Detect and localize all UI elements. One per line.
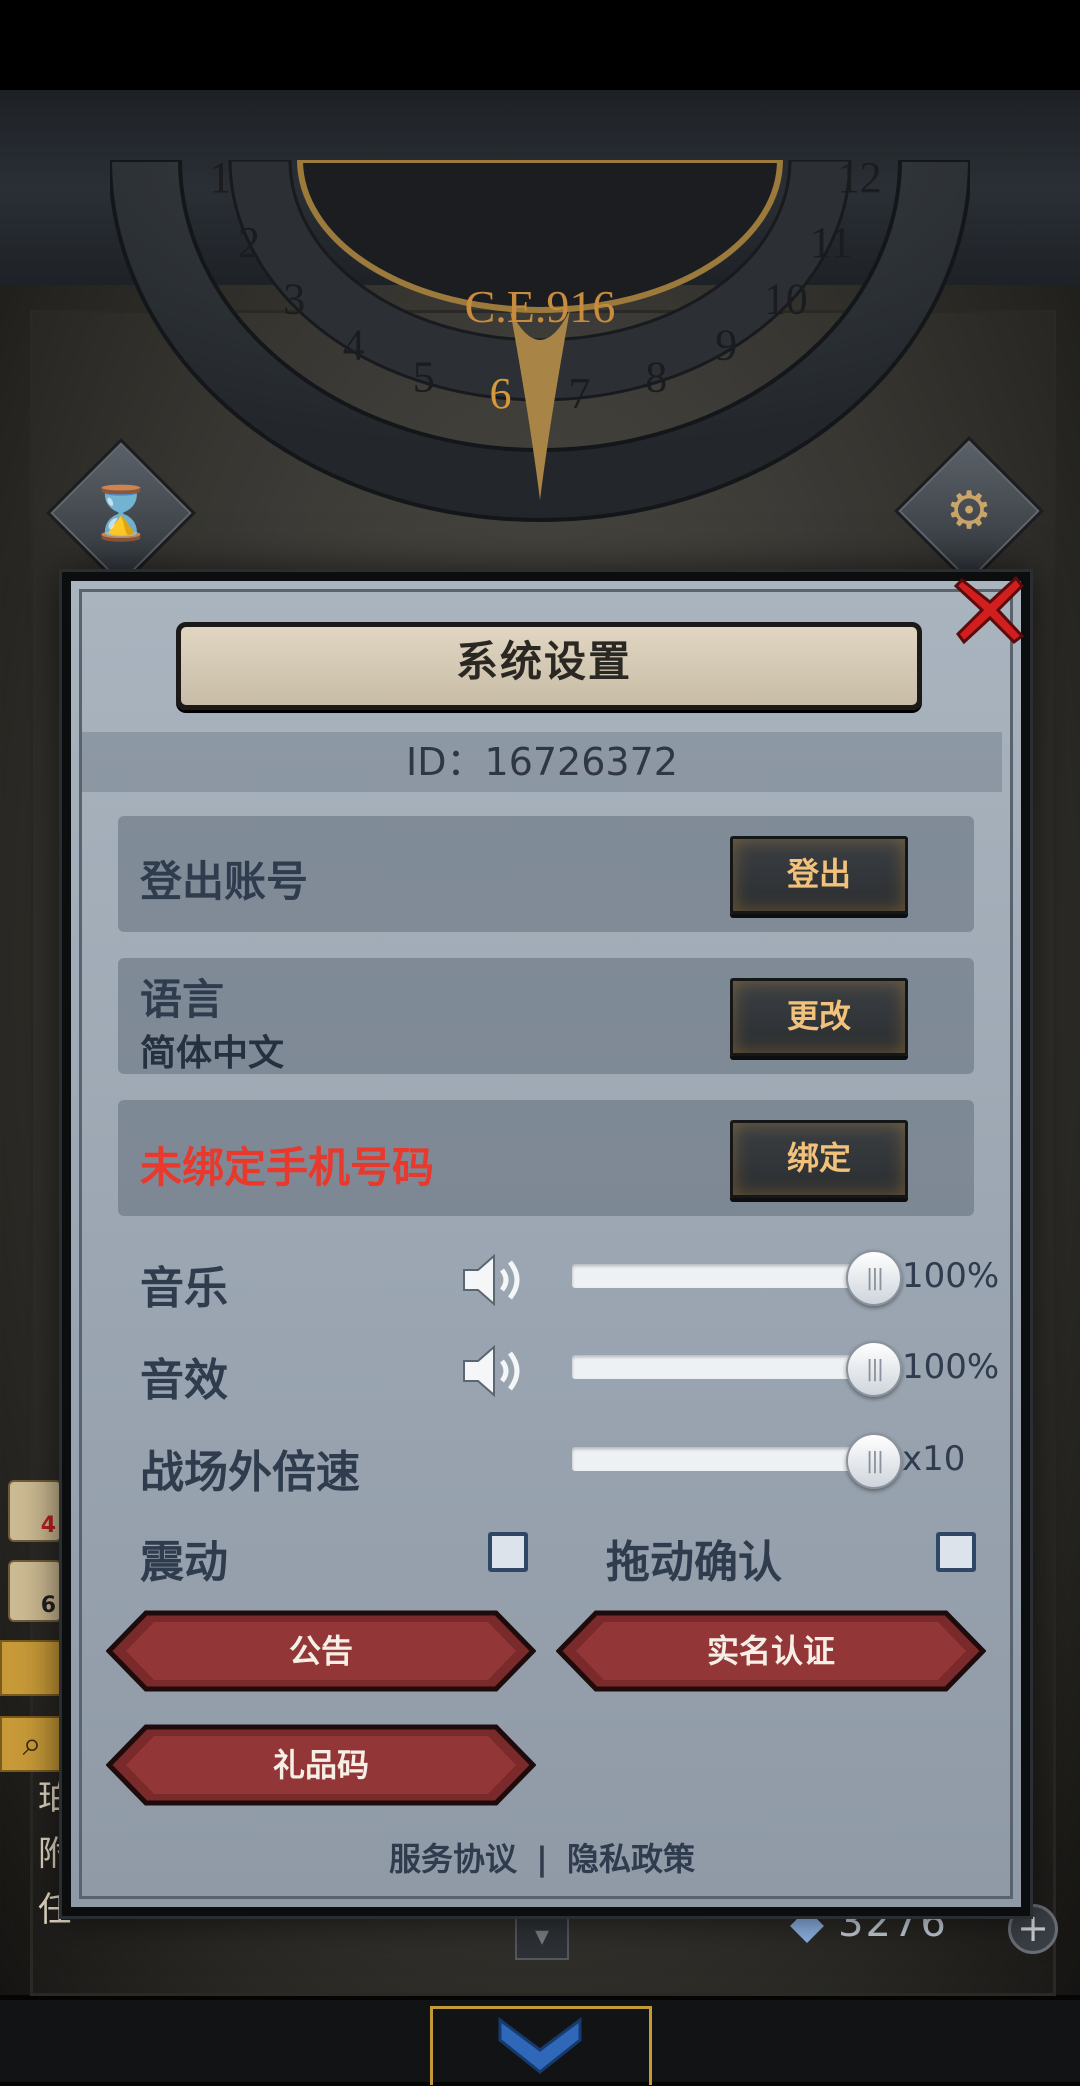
speed-value: x10 [902, 1439, 966, 1479]
music-slider-knob[interactable]: ||| [846, 1250, 902, 1306]
collapse-arrow-icon[interactable]: ▾ [515, 1912, 569, 1960]
target-chip[interactable] [0, 1640, 64, 1696]
vibration-label: 震动 [140, 1537, 228, 1588]
bind-phone-button[interactable]: 绑定 [730, 1120, 908, 1198]
scroll-badge: 4 [40, 1513, 56, 1538]
player-id: ID：16726372 [406, 740, 678, 784]
scroll-icon: 4 [8, 1480, 62, 1542]
realname-button[interactable]: 实名认证 [556, 1610, 986, 1692]
vibration-checkbox[interactable] [488, 1532, 528, 1572]
giftcode-button[interactable]: 礼品码 [106, 1724, 536, 1806]
realname-label: 实名认证 [706, 1632, 835, 1670]
language-value: 简体中文 [140, 1033, 285, 1074]
dial-month-number: 11 [810, 218, 852, 267]
drag-confirm-label: 拖动确认 [606, 1537, 782, 1588]
era-label: C.E.916 [464, 281, 616, 332]
dial-month-number: 12 [838, 160, 882, 202]
close-button[interactable] [948, 568, 1032, 652]
speed-slider-track[interactable] [572, 1447, 872, 1471]
privacy-link[interactable]: 隐私政策 [567, 1840, 695, 1878]
logout-label: 登出账号 [140, 857, 309, 906]
announcement-label: 公告 [288, 1632, 353, 1670]
dial-month-number: 5 [413, 352, 435, 401]
calendar-dial: 1 2 3 4 5 6 7 8 9 10 11 12 [110, 160, 970, 590]
scroll-icon: 6 [8, 1560, 62, 1622]
link-separator: | [536, 1840, 548, 1878]
scroll-badge: 6 [40, 1593, 56, 1618]
panel-title: 系统设置 [455, 637, 632, 686]
speed-slider-knob[interactable]: ||| [846, 1433, 902, 1489]
sfx-slider-knob[interactable]: ||| [846, 1341, 902, 1397]
top-status-area [0, 0, 1080, 90]
sfx-label: 音效 [140, 1355, 228, 1406]
sfx-value: 100% [902, 1347, 1000, 1387]
dial-month-number: 7 [569, 369, 591, 418]
dial-month-number: 8 [645, 352, 667, 401]
close-icon [953, 575, 1025, 645]
dial-month-number: 2 [238, 218, 260, 267]
music-label: 音乐 [140, 1263, 228, 1314]
phone-unbound-label: 未绑定手机号码 [140, 1143, 435, 1192]
language-label: 语言 [140, 975, 225, 1024]
announcement-button[interactable]: 公告 [106, 1610, 536, 1692]
emblem-icon [490, 2010, 590, 2082]
logout-button[interactable]: 登出 [730, 836, 908, 914]
giftcode-label: 礼品码 [272, 1746, 369, 1784]
music-slider-track[interactable] [572, 1264, 872, 1288]
gear-icon: ⚙ [945, 481, 993, 541]
sfx-slider-track[interactable] [572, 1355, 872, 1379]
change-language-button[interactable]: 更改 [730, 978, 908, 1056]
terms-link[interactable]: 服务协议 [389, 1840, 517, 1878]
music-value: 100% [902, 1256, 1000, 1296]
drag-confirm-checkbox[interactable] [936, 1532, 976, 1572]
speed-label: 战场外倍速 [140, 1447, 360, 1498]
hourglass-icon: ⌛ [88, 483, 154, 544]
footer-links: 服务协议 | 隐私政策 [82, 1834, 1002, 1880]
speaker-icon[interactable] [460, 1341, 530, 1401]
search-icon[interactable]: ⌕ [0, 1716, 64, 1772]
dial-month-number: 6 [490, 369, 512, 418]
speaker-icon[interactable] [460, 1250, 530, 1310]
dial-month-number: 1 [209, 160, 231, 202]
